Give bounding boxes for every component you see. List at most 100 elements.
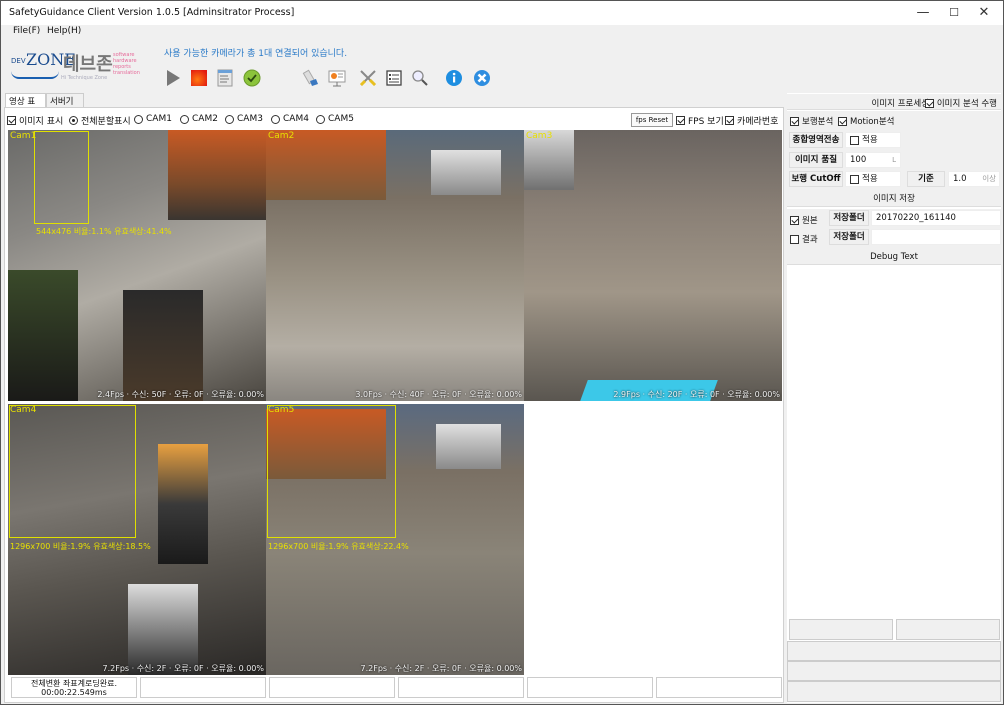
stop-icon [191, 70, 207, 86]
confirm-button[interactable] [241, 67, 263, 89]
walk-cutoff-apply-checkbox[interactable]: 적용 [845, 171, 901, 187]
title-bar: SafetyGuidance Client Version 1.0.5 [Adm… [1, 1, 1003, 25]
checkbox-checked-icon [7, 116, 16, 125]
logo-words: software hardware reports translation [113, 52, 140, 76]
detection-info: 544x476 비율:1.1% 유효색상:41.4% [36, 227, 172, 236]
radio-all-split[interactable]: 전체분할표시 [69, 114, 131, 127]
exit-button[interactable] [471, 67, 493, 89]
radio-cam2[interactable]: CAM2 [180, 114, 218, 124]
radio-icon [271, 114, 280, 124]
params-block: 종합영역전송 적용 이미지 품질 100 L 보행 CutOff 적용 기준 1.… [787, 129, 1001, 191]
combined-area-button[interactable]: 종합영역전송 [789, 132, 843, 148]
video-panel: 이미지 표시 전체분할표시 CAM1 CAM2 CAM3 CAM4 CAM5 f… [4, 107, 784, 703]
criterion-input[interactable]: 1.0 이상 [948, 171, 1000, 187]
status-text: 전체변환 좌표계로딩완료. [30, 679, 118, 688]
result-folder-input[interactable] [871, 229, 1001, 245]
fps-view-checkbox[interactable]: FPS 보기 [676, 114, 724, 127]
run-analysis-label: 이미지 분석 수행 [936, 99, 997, 109]
result-checkbox[interactable]: 결과 [790, 233, 818, 245]
search-icon [412, 70, 428, 86]
walk-analysis-checkbox[interactable]: 보행분석 [790, 115, 833, 127]
radio-cam3[interactable]: CAM3 [225, 114, 263, 124]
checkbox-checked-icon [790, 116, 799, 126]
run-analysis-checkbox[interactable]: 이미지 분석 수행 [924, 97, 997, 109]
status-cell [140, 677, 266, 698]
camera-stats: 3.0Fps · 수신: 40F · 오류: 0F · 오류율: 0.00% [355, 390, 522, 399]
maximize-button[interactable]: ☐ [939, 1, 969, 25]
camera-view-cam2[interactable]: Cam2 3.0Fps · 수신: 40F · 오류: 0F · 오류율: 0.… [266, 130, 524, 401]
status-time: 00:00:22.549ms [41, 688, 107, 697]
radio-cam1[interactable]: CAM1 [134, 114, 172, 124]
camera-label: Cam1 [10, 131, 37, 141]
image-processing-row: 이미지 프로세싱 이미지 분석 수행 [787, 94, 1001, 110]
camera-stats: 7.2Fps · 수신: 2F · 오류: 0F · 오류율: 0.00% [102, 664, 265, 673]
radio-cam4[interactable]: CAM4 [271, 114, 309, 124]
image-save-header: 이미지 저장 [787, 191, 1001, 207]
tab-video-display[interactable]: 영상 표시 [5, 93, 46, 119]
motion-analysis-label: Motion분석 [850, 117, 895, 127]
detection-info: 1296x700 비율:1.9% 유효색상:18.5% [10, 542, 151, 551]
tab-server-functions[interactable]: 서버기능 [46, 93, 84, 119]
camera-view-cam5[interactable]: Cam5 1296x700 비율:1.9% 유효색상:22.4% 7.2Fps … [266, 404, 524, 675]
network-settings-button[interactable] [300, 67, 322, 89]
radio-selected-icon [69, 116, 78, 125]
bottom-button[interactable] [896, 619, 1000, 640]
camera-label: Cam5 [268, 405, 295, 415]
detection-box [9, 405, 136, 538]
close-button[interactable]: ✕ [969, 1, 999, 25]
tools-button[interactable] [357, 67, 379, 89]
search-button[interactable] [409, 67, 431, 89]
radio-cam5[interactable]: CAM5 [316, 114, 354, 124]
image-processing-label: 이미지 프로세싱 [871, 99, 929, 109]
image-quality-input[interactable]: 100 L [845, 152, 901, 168]
minimize-button[interactable]: — [908, 1, 938, 25]
original-folder-button[interactable]: 저장폴더 [829, 210, 869, 226]
logo-dev: DEV [11, 57, 26, 65]
checkbox-checked-icon [790, 215, 799, 225]
play-button[interactable] [162, 67, 184, 89]
debug-text-area[interactable] [787, 266, 1001, 618]
criterion-unit: 이상 [982, 174, 996, 183]
checkbox-icon [790, 234, 799, 244]
bottom-button[interactable] [789, 619, 893, 640]
report-button[interactable] [326, 67, 348, 89]
camera-view-cam3[interactable]: Cam3 2.9Fps · 수신: 20F · 오류: 0F · 오류율: 0.… [524, 130, 782, 401]
truck-image [436, 424, 501, 469]
walk-cutoff-button[interactable]: 보행 CutOff [789, 171, 843, 187]
menu-file[interactable]: File(F) [13, 26, 40, 36]
motion-analysis-checkbox[interactable]: Motion분석 [838, 115, 894, 127]
camera-stats: 2.9Fps · 수신: 20F · 오류: 0F · 오류율: 0.00% [613, 390, 780, 399]
logo-word: translation [113, 70, 140, 76]
criterion-button[interactable]: 기준 [907, 171, 945, 187]
form-button[interactable] [383, 67, 405, 89]
analysis-options-row: 보행분석 Motion분석 [787, 111, 1001, 129]
show-image-label: 이미지 표시 [19, 117, 64, 127]
status-cell [656, 677, 782, 698]
stop-button[interactable] [188, 67, 210, 89]
camera-number-checkbox[interactable]: 카메라번호 [725, 114, 778, 127]
barrier-image [123, 290, 203, 401]
combined-area-apply-checkbox[interactable]: 적용 [845, 132, 901, 148]
info-button[interactable] [443, 67, 465, 89]
log-button[interactable] [214, 67, 236, 89]
camera-view-cam1[interactable]: Cam1 544x476 비율:1.1% 유효색상:41.4% 2.4Fps ·… [8, 130, 266, 401]
camera-view-cam4[interactable]: Cam4 1296x700 비율:1.9% 유효색상:18.5% 7.2Fps … [8, 404, 266, 675]
tools-icon [359, 70, 377, 87]
camera-grid: Cam1 544x476 비율:1.1% 유효색상:41.4% 2.4Fps ·… [8, 130, 783, 675]
radio-icon [180, 114, 189, 124]
status-cell [398, 677, 524, 698]
original-checkbox[interactable]: 원본 [790, 214, 818, 226]
devzone-logo: DEV ZONE 데브존 Hi Technique Zone software … [9, 49, 149, 85]
menu-help[interactable]: Help(H) [47, 26, 81, 36]
network-settings-icon [302, 69, 318, 86]
show-image-checkbox[interactable]: 이미지 표시 [7, 114, 63, 127]
logo-korean: 데브존 [63, 54, 113, 75]
original-folder-input[interactable]: 20170220_161140 [871, 210, 1001, 226]
image-quality-button[interactable]: 이미지 품질 [789, 152, 843, 168]
result-folder-button[interactable]: 저장폴더 [829, 229, 869, 245]
original-label: 원본 [802, 216, 818, 226]
settings-panel: 이미지 프로세싱 이미지 분석 수행 보행분석 Motion분석 종합영역전송 … [787, 93, 1001, 703]
status-cell: 전체변환 좌표계로딩완료. 00:00:22.549ms [11, 677, 137, 698]
checkbox-icon [850, 135, 859, 145]
fps-reset-button[interactable]: fps Reset [631, 113, 673, 127]
